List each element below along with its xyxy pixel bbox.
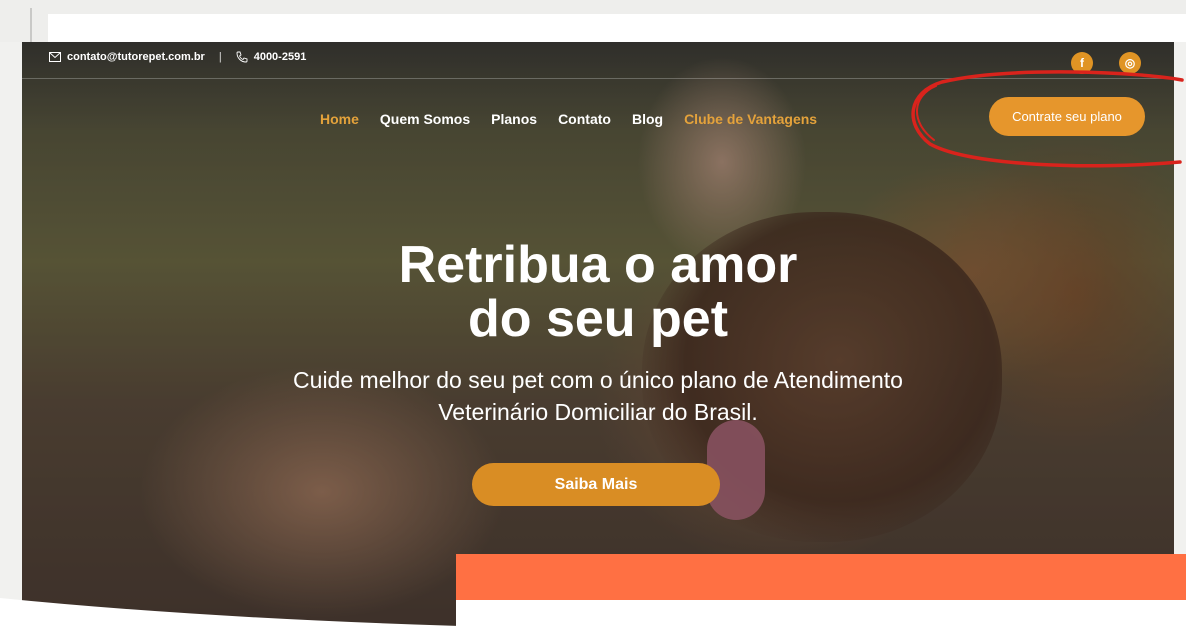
hero-subtitle-line-1: Cuide melhor do seu pet com o único plan… [293,367,903,393]
browser-frame [0,0,1186,44]
hero-bottom-curve [0,598,460,640]
orange-banner [456,554,1186,600]
hero-section: contato@tutorepet.com.br | 4000-2591 f ◎… [22,42,1174,640]
contact-phone[interactable]: 4000-2591 [254,51,307,63]
main-nav: Home Quem Somos Planos Contato Blog Club… [320,111,817,127]
hero-title: Retribua o amor do seu pet [22,238,1174,346]
frame-divider [30,8,32,44]
nav-item-quem-somos[interactable]: Quem Somos [380,111,470,127]
nav-item-home[interactable]: Home [320,111,359,127]
hero-title-line-2: do seu pet [467,290,729,348]
instagram-icon[interactable]: ◎ [1119,52,1141,74]
content-area [456,600,1186,640]
hero-title-line-1: Retribua o amor [398,236,798,294]
learn-more-button[interactable]: Saiba Mais [472,463,720,506]
contact-email[interactable]: contato@tutorepet.com.br [67,51,205,63]
frame-inner-panel [48,14,1186,42]
nav-item-planos[interactable]: Planos [491,111,537,127]
contact-separator: | [218,51,222,63]
hero-subtitle: Cuide melhor do seu pet com o único plan… [22,364,1174,428]
mail-icon [49,52,61,62]
hire-plan-button[interactable]: Contrate seu plano [989,97,1145,136]
contact-info: contato@tutorepet.com.br | 4000-2591 [49,51,306,63]
nav-item-clube-de-vantagens[interactable]: Clube de Vantagens [684,111,817,127]
hero-subtitle-line-2: Veterinário Domiciliar do Brasil. [438,399,758,425]
nav-item-blog[interactable]: Blog [632,111,663,127]
topbar-divider [22,78,1174,79]
nav-item-contato[interactable]: Contato [558,111,611,127]
phone-icon [236,51,248,63]
facebook-icon[interactable]: f [1071,52,1093,74]
